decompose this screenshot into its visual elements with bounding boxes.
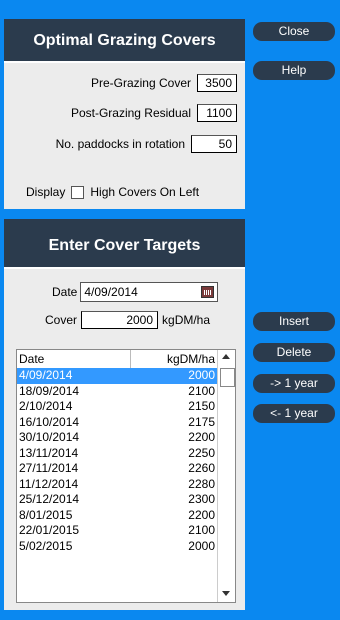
calendar-icon[interactable] [201, 286, 215, 298]
cover-targets-list[interactable]: Date kgDM/ha 4/09/2014 2000 18/09/2014 210… [16, 349, 236, 603]
close-button-label: Close [278, 24, 310, 38]
close-button[interactable]: Close [253, 22, 335, 41]
list-item[interactable]: 27/11/2014 2260 [17, 461, 219, 477]
high-covers-checkbox[interactable] [71, 185, 85, 199]
display-row: Display High Covers On Left [26, 185, 199, 199]
list-rows: 4/09/2014 2000 18/09/2014 2100 2/10/2014 21… [17, 368, 219, 554]
insert-button[interactable]: Insert [253, 312, 335, 331]
list-item[interactable]: 4/09/2014 2000 [17, 368, 219, 384]
date-label: Date [52, 285, 78, 299]
back-one-year-label: <- 1 year [270, 406, 318, 420]
scroll-down-arrow-icon[interactable] [222, 591, 230, 596]
column-header-kgdm[interactable]: kgDM/ha [131, 350, 218, 368]
cover-input[interactable]: 2000 [81, 311, 159, 329]
paddocks-input[interactable]: 50 [191, 135, 237, 153]
pre-grazing-label: Pre-Grazing Cover [90, 76, 191, 90]
list-header: Date kgDM/ha [17, 350, 235, 369]
scroll-up-arrow-icon[interactable] [222, 354, 230, 359]
post-grazing-row: Post-Grazing Residual 1100 [71, 103, 237, 123]
list-item[interactable]: 2/10/2014 2150 [17, 399, 219, 415]
date-value: 4/09/2014 [84, 285, 138, 299]
pre-grazing-row: Pre-Grazing Cover 3500 [91, 73, 237, 93]
list-item[interactable]: 8/01/2015 2200 [17, 508, 219, 524]
optimal-grazing-covers-panel: Optimal Grazing Covers Pre-Grazing Cover… [4, 19, 245, 209]
help-button[interactable]: Help [253, 61, 335, 80]
cover-row: Cover 2000 kgDM/ha [45, 311, 210, 329]
back-one-year-button[interactable]: <- 1 year [253, 404, 335, 423]
pre-grazing-input[interactable]: 3500 [197, 74, 237, 92]
delete-button-label: Delete [276, 345, 312, 359]
forward-one-year-label: -> 1 year [270, 376, 318, 390]
list-item[interactable]: 25/12/2014 2300 [17, 492, 219, 508]
help-button-label: Help [281, 63, 307, 77]
list-item[interactable]: 5/02/2015 2000 [17, 539, 219, 555]
high-covers-label[interactable]: High Covers On Left [90, 185, 199, 199]
scroll-thumb[interactable] [220, 368, 235, 387]
list-item[interactable]: 22/01/2015 2100 [17, 523, 219, 539]
column-header-date[interactable]: Date [17, 350, 131, 368]
cover-label: Cover [45, 313, 78, 327]
list-item[interactable]: 16/10/2014 2175 [17, 415, 219, 431]
list-item[interactable]: 13/11/2014 2250 [17, 446, 219, 462]
post-grazing-input[interactable]: 1100 [197, 104, 237, 122]
enter-cover-targets-panel: Enter Cover Targets Date 4/09/2014 Cover… [4, 219, 245, 610]
date-row: Date 4/09/2014 [52, 282, 219, 302]
list-item[interactable]: 30/10/2014 2200 [17, 430, 219, 446]
list-item[interactable]: 18/09/2014 2100 [17, 384, 219, 400]
date-picker-field[interactable]: 4/09/2014 [80, 282, 219, 302]
display-label: Display [26, 185, 66, 199]
list-scrollbar[interactable] [217, 350, 235, 602]
paddocks-label: No. paddocks in rotation [55, 137, 185, 151]
forward-one-year-button[interactable]: -> 1 year [253, 374, 335, 393]
delete-button[interactable]: Delete [253, 343, 335, 362]
panel-title: Optimal Grazing Covers [4, 19, 245, 63]
panel-title: Enter Cover Targets [4, 219, 245, 269]
list-item[interactable]: 11/12/2014 2280 [17, 477, 219, 493]
insert-button-label: Insert [278, 314, 309, 328]
post-grazing-label: Post-Grazing Residual [70, 106, 191, 120]
cover-unit: kgDM/ha [162, 313, 211, 327]
paddocks-row: No. paddocks in rotation 50 [56, 134, 237, 154]
